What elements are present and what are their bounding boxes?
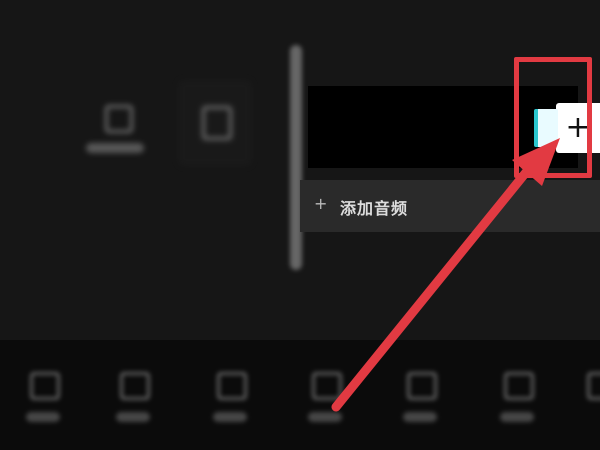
annotation-arrow: [331, 138, 560, 412]
